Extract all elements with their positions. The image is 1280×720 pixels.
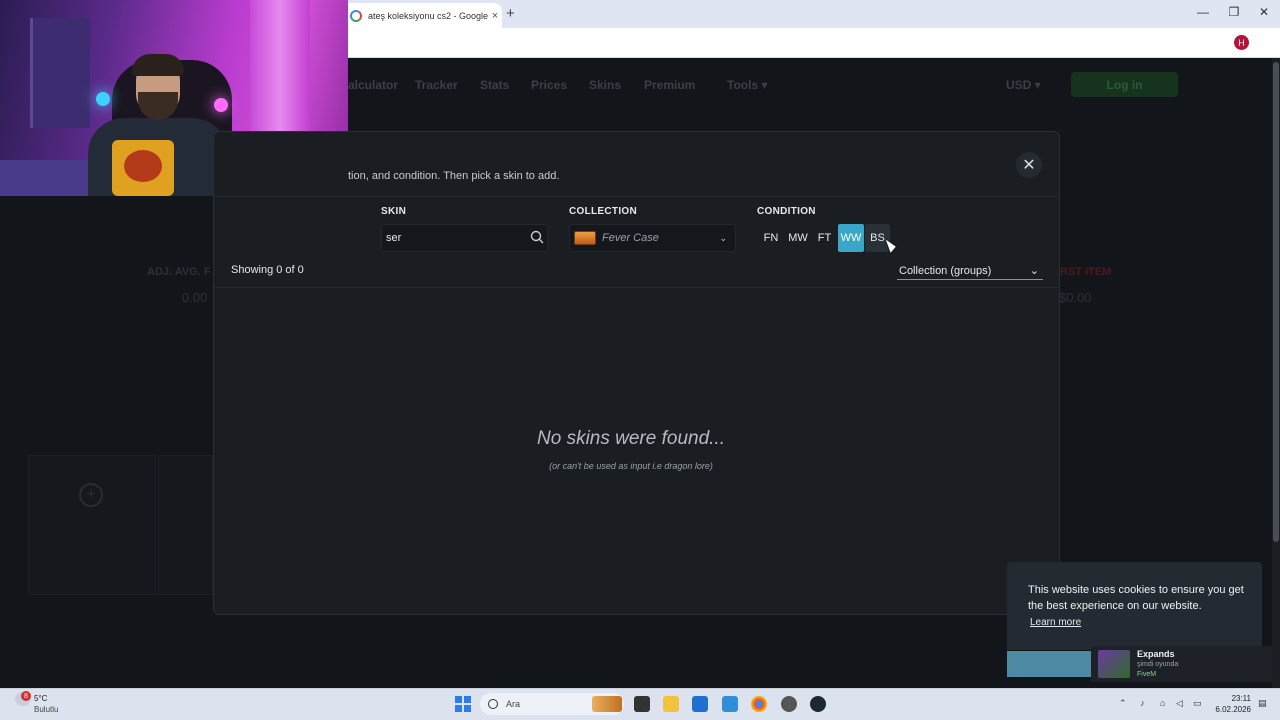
outlook-icon[interactable] xyxy=(722,696,738,712)
tab-title: ateş koleksiyonu cs2 - Google' xyxy=(368,10,488,21)
chrome-icon[interactable] xyxy=(751,696,767,712)
condition-label: CONDITION xyxy=(757,206,816,217)
modal-close-button[interactable]: ✕ xyxy=(1016,152,1042,178)
new-tab-button[interactable]: + xyxy=(506,5,515,22)
cookie-learn-more-link[interactable]: Learn more xyxy=(1030,617,1081,628)
modal-subtitle: tion, and condition. Then pick a skin to… xyxy=(348,170,560,182)
skin-search-input[interactable] xyxy=(381,224,548,252)
search-icon[interactable] xyxy=(530,230,544,244)
tray-chevron-icon[interactable]: ⌃ xyxy=(1119,698,1127,709)
taskbar-clock[interactable]: 23:11 6.02.2026 xyxy=(1211,693,1251,715)
divider xyxy=(214,196,1059,197)
weather-description: Bulutlu xyxy=(34,705,59,714)
nav-skins[interactable]: Skins xyxy=(589,78,621,92)
empty-state-subtitle: (or can't be used as input i.e dragon lo… xyxy=(549,461,713,471)
add-skin-modal xyxy=(213,131,1060,615)
skin-label: SKIN xyxy=(381,206,407,217)
weather-temperature: 5°C xyxy=(34,694,48,703)
empty-state-title: No skins were found... xyxy=(537,428,725,449)
battery-icon[interactable]: ▭ xyxy=(1193,698,1202,709)
start-button[interactable] xyxy=(455,696,471,712)
network-icon[interactable]: ⌂ xyxy=(1160,698,1165,708)
condition-ft-button[interactable]: FT xyxy=(812,224,837,252)
login-button[interactable]: Log in xyxy=(1071,72,1178,97)
volume-icon[interactable]: ◁ xyxy=(1176,698,1183,709)
weather-badge: 8 xyxy=(21,691,31,701)
bg-card xyxy=(28,455,156,595)
clock-time: 23:11 xyxy=(1231,694,1251,703)
search-icon xyxy=(488,699,498,709)
collection-select[interactable]: Fever Case ⌄ xyxy=(569,224,736,252)
chevron-down-icon: ⌄ xyxy=(1029,265,1039,277)
currency-select[interactable]: USD ▾ xyxy=(1006,78,1041,92)
nav-tracker[interactable]: Tracker xyxy=(415,78,458,92)
tab-close-icon[interactable]: × xyxy=(488,10,502,22)
condition-mw-button[interactable]: MW xyxy=(784,224,812,252)
clock-date: 6.02.2026 xyxy=(1215,705,1251,714)
maximize-button[interactable]: ❐ xyxy=(1219,5,1249,19)
sort-value: Collection (groups) xyxy=(899,264,992,277)
condition-bs-button[interactable]: BS xyxy=(865,224,890,252)
condition-fn-button[interactable]: FN xyxy=(758,224,784,252)
sort-select[interactable]: Collection (groups) ⌄ xyxy=(897,262,1043,280)
bg-stat-value: 0.00 xyxy=(182,290,208,305)
profile-avatar[interactable]: H xyxy=(1234,35,1249,50)
nav-prices[interactable]: Prices xyxy=(531,78,567,92)
minimize-button[interactable]: — xyxy=(1188,5,1218,19)
task-view-icon[interactable] xyxy=(634,696,650,712)
nav-tools[interactable]: Tools ▾ xyxy=(727,78,767,92)
friend-avatar xyxy=(1098,650,1130,678)
cookie-accept-button[interactable] xyxy=(1007,651,1091,677)
app-icon[interactable] xyxy=(781,696,797,712)
notification-title: Expands xyxy=(1137,649,1175,659)
add-item-icon: + xyxy=(79,483,103,507)
collection-value: Fever Case xyxy=(602,232,659,244)
collection-label: COLLECTION xyxy=(569,206,637,217)
window-close-button[interactable]: ✕ xyxy=(1249,5,1279,19)
chevron-down-icon: ⌄ xyxy=(719,232,727,243)
scrollbar-thumb[interactable] xyxy=(1273,62,1279,542)
microphone-icon[interactable]: ♪ xyxy=(1140,698,1145,708)
bg-stat-label-right: RST ITEM xyxy=(1060,266,1112,278)
condition-ww-button[interactable]: WW xyxy=(838,224,864,252)
results-count: Showing 0 of 0 xyxy=(231,264,304,276)
bg-card xyxy=(158,455,213,595)
divider xyxy=(214,287,1059,288)
steam-icon[interactable] xyxy=(810,696,826,712)
store-icon[interactable] xyxy=(692,696,708,712)
bg-stat-label: ADJ. AVG. F xyxy=(147,266,211,278)
nav-stats[interactable]: Stats xyxy=(480,78,509,92)
notification-bell-icon[interactable]: ▤ xyxy=(1258,698,1267,709)
search-highlight-icon[interactable] xyxy=(592,696,622,712)
nav-premium[interactable]: Premium xyxy=(644,78,695,92)
taskbar-search-placeholder: Ara xyxy=(506,699,521,709)
nav-calculator[interactable]: alculator xyxy=(348,78,398,92)
browser-tab[interactable]: ateş koleksiyonu cs2 - Google' × xyxy=(342,3,502,28)
notification-game: FiveM xyxy=(1137,671,1157,678)
file-explorer-icon[interactable] xyxy=(663,696,679,712)
notification-subtitle: şimdi oyunda xyxy=(1137,661,1179,668)
google-icon xyxy=(350,9,362,22)
cookie-text: This website uses cookies to ensure you … xyxy=(1028,584,1244,612)
fever-case-icon xyxy=(574,231,596,245)
bg-stat-value-right: $0.00 xyxy=(1059,290,1092,305)
